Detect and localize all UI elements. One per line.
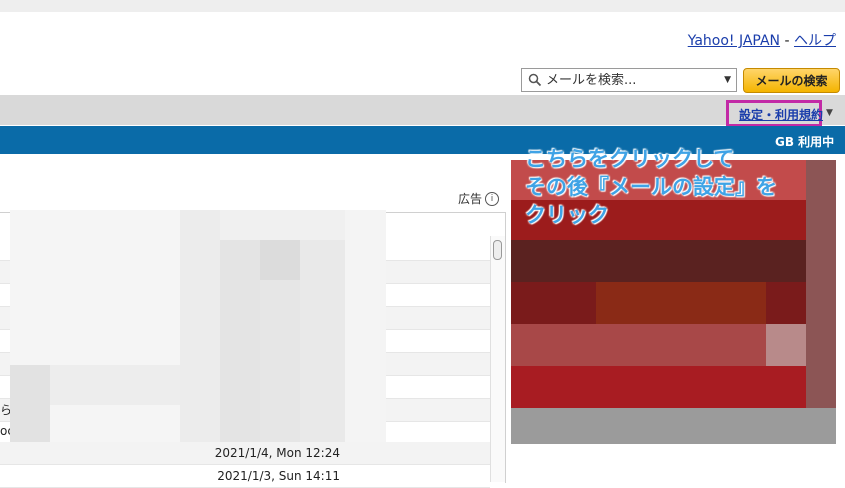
search-icon: [528, 73, 542, 87]
scrollbar-thumb[interactable]: [493, 240, 502, 260]
instruction-line: クリック: [525, 203, 609, 227]
storage-usage: GB 利用中: [775, 135, 835, 149]
instruction-line: こちらをクリックして: [525, 147, 735, 171]
yahoo-japan-link[interactable]: Yahoo! JAPAN: [688, 33, 780, 49]
instruction-annotation: こちらをクリックして その後『メールの設定』を クリック: [525, 145, 777, 229]
settings-terms-link[interactable]: 設定・利用規約: [739, 106, 823, 123]
search-input[interactable]: [546, 72, 716, 88]
message-date: 2021/1/3, Sun 14:11: [217, 469, 340, 483]
message-date: 2021/1/4, Mon 12:24: [214, 446, 340, 460]
ad-label: 広告 i: [458, 190, 500, 207]
help-link[interactable]: ヘルプ: [794, 33, 836, 49]
settings-dropdown-icon[interactable]: ▼: [826, 108, 833, 118]
table-row[interactable]: 2021/1/4, Mon 12:24: [0, 442, 490, 465]
search-dropdown-icon[interactable]: ▼: [724, 75, 731, 85]
top-strip: [0, 0, 845, 12]
toolbar-bar: [0, 95, 845, 125]
header-separator: -: [784, 33, 790, 49]
ad-label-text: 広告: [458, 192, 483, 206]
blurred-message-content: [10, 210, 386, 442]
info-icon[interactable]: i: [485, 191, 500, 206]
list-scrollbar[interactable]: [490, 236, 505, 482]
instruction-line: その後『メールの設定』を: [525, 175, 777, 199]
mail-search-box[interactable]: ▼: [521, 68, 737, 92]
header-links: Yahoo! JAPAN - ヘルプ: [688, 30, 836, 50]
table-row[interactable]: 2021/1/3, Sun 14:11: [0, 465, 490, 488]
mail-search-button[interactable]: メールの検索: [743, 68, 840, 93]
